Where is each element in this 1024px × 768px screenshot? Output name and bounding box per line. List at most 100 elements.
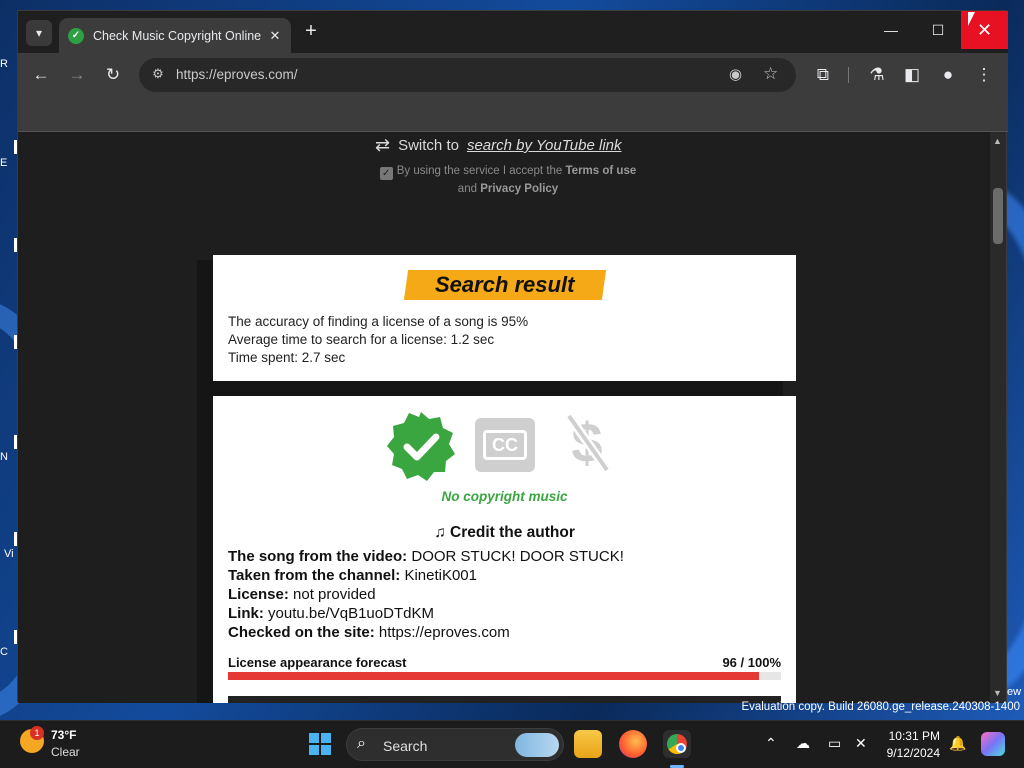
taskbar: 1 73°F Clear ⌕ Search ⌃ ☁ ▭ ✕ 10:31 PM 9… (0, 720, 1024, 768)
time-spent-line: Time spent: 2.7 sec (228, 350, 346, 365)
clock-date[interactable]: 9/12/2024 (887, 746, 940, 760)
firefox-icon[interactable] (619, 730, 647, 758)
desktop-icon-label[interactable]: E (0, 157, 18, 169)
scroll-down-icon[interactable]: ▼ (993, 688, 1002, 698)
switch-prefix: Switch to (398, 137, 459, 154)
maximize-icon: ☐ (931, 21, 945, 38)
scroll-up-icon[interactable]: ▲ (993, 136, 1002, 146)
chrome-icon (667, 734, 687, 754)
weather-condition: Clear (51, 745, 80, 759)
star-icon[interactable]: ☆ (763, 64, 778, 84)
license-card: CC $ No copyright music ♫ Credit the aut… (213, 396, 796, 703)
volume-muted-icon[interactable]: ✕ (855, 735, 867, 752)
license-row: License: not provided (228, 586, 376, 603)
back-button[interactable]: ← (30, 64, 52, 86)
terms-checkbox[interactable]: ✓ (379, 167, 393, 180)
puzzle-icon: ⧉ (816, 65, 830, 84)
channel-row: Taken from the channel: KinetiK001 (228, 567, 477, 584)
credit-heading: ♫ Credit the author (213, 524, 796, 542)
tab-active[interactable]: ✓ Check Music Copyright Online ✕ (59, 18, 291, 53)
side-panel-button[interactable]: ◧ (901, 64, 923, 86)
reload-button[interactable]: ↻ (102, 64, 124, 86)
bell-icon[interactable]: 🔔 (949, 735, 966, 752)
taskbar-search[interactable]: ⌕ Search (346, 728, 564, 761)
browser-window: ▾ ✓ Check Music Copyright Online ✕ + — ☐… (17, 10, 1008, 703)
accuracy-line: The accuracy of finding a license of a s… (228, 314, 529, 329)
forecast-progress-bar (228, 672, 781, 680)
kebab-menu-icon: ⋮ (975, 65, 993, 84)
desktop-icon[interactable] (0, 335, 20, 349)
chevron-down-icon: ▾ (35, 26, 43, 40)
desktop-icon[interactable] (0, 435, 20, 449)
close-icon[interactable]: ✕ (265, 28, 285, 44)
clock-time[interactable]: 10:31 PM (889, 729, 940, 743)
profile-button[interactable]: ● (937, 64, 959, 86)
desktop-icon-label[interactable]: N (0, 451, 18, 463)
link-value[interactable]: youtu.be/VqB1uoDTdKM (268, 605, 434, 622)
flask-icon: ⚗ (869, 65, 885, 84)
verified-badge-icon (387, 412, 455, 481)
address-bar[interactable]: ⚙ https://eproves.com/ ◉ ☆ (139, 58, 796, 92)
swap-arrows-icon: ⇄ (375, 135, 391, 155)
plus-icon: + (305, 20, 317, 42)
forecast-label: License appearance forecast (228, 655, 407, 670)
license-value: not provided (293, 586, 376, 603)
menu-button[interactable]: ⋮ (973, 64, 995, 86)
toolbar-divider (848, 67, 849, 83)
search-placeholder: Search (383, 738, 428, 754)
privacy-link[interactable]: Privacy Policy (480, 183, 558, 195)
desktop-icon[interactable] (0, 630, 20, 644)
arrow-left-icon: ← (32, 65, 50, 84)
site-settings-icon[interactable]: ⚙ (149, 66, 167, 84)
checked-row: Checked on the site: https://eproves.com (228, 624, 510, 641)
maximize-button[interactable]: ☐ (915, 11, 961, 49)
tab-search-button[interactable]: ▾ (26, 20, 52, 46)
chrome-taskbar-button[interactable] (663, 730, 691, 758)
display-icon[interactable]: ▭ (828, 735, 841, 752)
arrow-right-icon: → (68, 65, 86, 84)
reload-icon: ↻ (105, 65, 121, 84)
search-result-card: Search result The accuracy of finding a … (213, 255, 796, 381)
credit-title: Credit the author (450, 524, 575, 541)
eye-slash-icon[interactable]: ◉ (729, 65, 742, 83)
terms-consent: ✓ By using the service I accept the Terms… (358, 162, 658, 198)
license-label: License: (228, 586, 289, 603)
minimize-button[interactable]: — (868, 11, 914, 49)
weather-badge: 1 (30, 726, 44, 740)
minimize-icon: — (884, 22, 898, 38)
file-explorer-icon[interactable] (574, 730, 602, 758)
labs-button[interactable]: ⚗ (866, 64, 888, 86)
link-row: Link: youtu.be/VqB1uoDTdKM (228, 605, 434, 622)
extensions-button[interactable]: ⧉ (812, 64, 834, 86)
terms-link[interactable]: Terms of use (566, 165, 637, 177)
search-highlight-art (515, 733, 559, 757)
toolbar: ← → ↻ ⚙ https://eproves.com/ ◉ ☆ ⧉ ⚗ ◧ ●… (18, 53, 1008, 97)
song-label: The song from the video: (228, 548, 408, 565)
page-scrollbar[interactable]: ▲ ▼ (990, 132, 1006, 703)
desktop-icon[interactable] (0, 140, 20, 154)
copilot-icon[interactable] (981, 732, 1005, 756)
evaluation-watermark: Evaluation copy. Build 26080.ge_release.… (741, 701, 1020, 713)
desktop-icon[interactable] (0, 238, 20, 252)
cc-icon: CC (475, 418, 535, 472)
checked-value[interactable]: https://eproves.com (379, 624, 510, 641)
scrollbar-thumb[interactable] (993, 188, 1003, 244)
link-label: Link: (228, 605, 264, 622)
search-icon: ⌕ (357, 735, 366, 752)
forecast-progress-fill (228, 672, 759, 680)
new-tab-button[interactable]: + (300, 21, 322, 43)
chevron-up-icon[interactable]: ⌃ (765, 735, 777, 752)
start-button[interactable] (309, 733, 331, 755)
switch-link[interactable]: search by YouTube link (467, 137, 622, 154)
network-icon[interactable]: ☁ (796, 735, 810, 752)
check-badge-icon: ✓ (68, 27, 84, 44)
desktop-icon-label[interactable]: C (0, 646, 18, 658)
card-footer-block (228, 696, 781, 703)
close-icon: ✕ (976, 19, 993, 40)
forecast-value: 96 / 100% (722, 655, 781, 670)
url-text[interactable]: https://eproves.com/ (176, 67, 298, 82)
desktop-icon-label[interactable]: R (0, 58, 18, 70)
forward-button[interactable]: → (66, 64, 88, 86)
switch-search-mode[interactable]: ⇄ Switch to search by YouTube link (375, 135, 622, 156)
desktop-icon[interactable] (0, 532, 20, 546)
